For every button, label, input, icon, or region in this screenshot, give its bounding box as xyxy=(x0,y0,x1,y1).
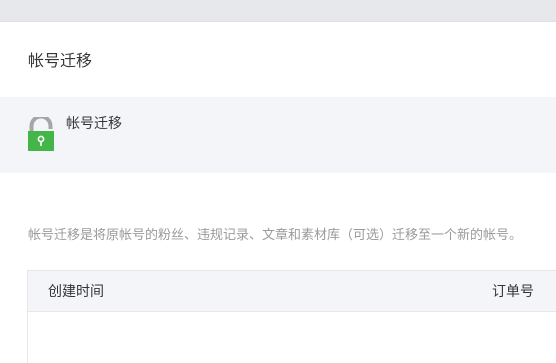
migration-description: 帐号迁移是将原帐号的粉丝、违规记录、文章和素材库（可选）迁移至一个新的帐号。 xyxy=(28,228,523,243)
unlock-icon xyxy=(28,117,54,151)
lock-shackle xyxy=(29,117,53,132)
table-header-row: 创建时间 订单号 xyxy=(28,271,556,312)
column-header-order-number: 订单号 xyxy=(492,284,534,300)
top-bar xyxy=(0,0,556,22)
account-migration-page: 帐号迁移 帐号迁移 帐号迁移是将原帐号的粉丝、违规记录、文章和素材库（可选）迁移… xyxy=(0,0,556,363)
lock-keyhole-stem xyxy=(40,141,42,146)
column-header-created-time: 创建时间 xyxy=(48,284,104,300)
page-title: 帐号迁移 xyxy=(28,51,93,70)
migration-orders-table: 创建时间 订单号 xyxy=(27,270,556,363)
info-title: 帐号迁移 xyxy=(66,116,122,132)
info-panel xyxy=(0,97,556,173)
